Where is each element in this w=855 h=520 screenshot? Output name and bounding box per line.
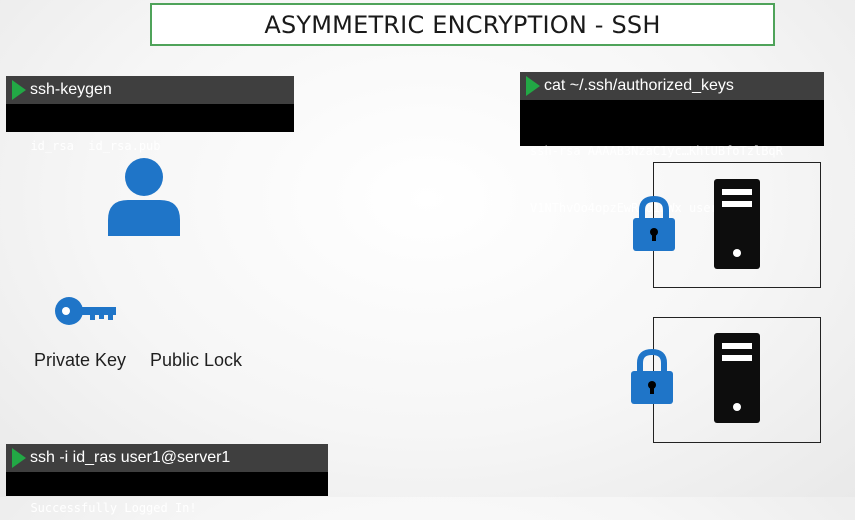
key-icon — [55, 297, 116, 325]
authorized-keys-command: cat ~/.ssh/authorized_keys — [544, 77, 734, 94]
private-key-label: Private Key — [34, 350, 127, 370]
lock-icon — [631, 349, 673, 404]
login-command: ssh -i id_ras user1@server1 — [30, 449, 231, 466]
login-terminal-header: ssh -i id_ras user1@server1 — [6, 444, 328, 472]
keygen-output-text: id_rsa id_rsa.pub — [30, 139, 161, 153]
lock-icon — [633, 196, 675, 251]
public-lock-label: Public Lock — [150, 350, 243, 370]
play-icon — [12, 448, 26, 468]
server-icon — [714, 333, 760, 423]
play-icon — [12, 80, 26, 100]
keygen-terminal-header: ssh-keygen — [6, 76, 294, 104]
login-terminal-output: Successfully Logged In! — [6, 472, 328, 515]
server-icon — [714, 179, 760, 269]
keygen-command: ssh-keygen — [30, 81, 112, 98]
authorized-keys-terminal-header: cat ~/.ssh/authorized_keys — [520, 72, 824, 100]
play-icon — [526, 76, 540, 96]
keygen-terminal-output: id_rsa id_rsa.pub — [6, 104, 294, 153]
login-output-text: Successfully Logged In! — [30, 501, 197, 515]
authorized-keys-line-1: ssh-rsa AAAAB3NzaC1yc…KhtUBfoTzlBqR — [530, 144, 783, 158]
page-title: ASYMMETRIC ENCRYPTION - SSH — [264, 11, 661, 39]
title-box: ASYMMETRIC ENCRYPTION - SSH — [150, 3, 775, 46]
user-icon — [108, 158, 180, 236]
authorized-keys-terminal-output: ssh-rsa AAAAB3NzaC1yc…KhtUBfoTzlBqR V1NT… — [520, 100, 824, 215]
